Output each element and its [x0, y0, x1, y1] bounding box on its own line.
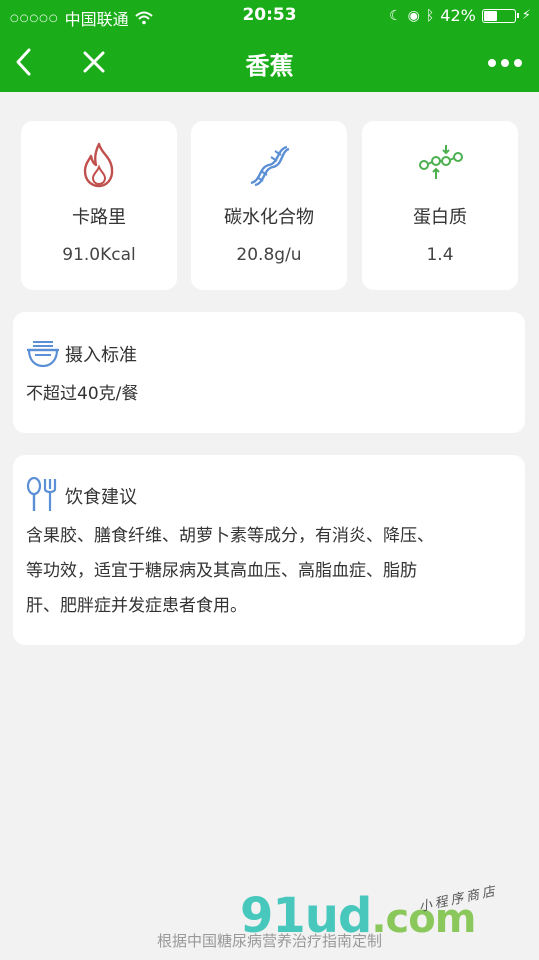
- charging-icon: ⚡: [521, 8, 531, 23]
- nav-bar: 香蕉: [0, 32, 539, 92]
- more-icon[interactable]: [487, 58, 523, 68]
- advice-line: 等功效，适宜于糖尿病及其高血压、高脂血症、脂肪: [26, 561, 417, 581]
- battery-icon: [481, 8, 519, 23]
- nutrient-value: 1.4: [426, 245, 454, 265]
- protein-card: 蛋白质 1.4: [362, 121, 518, 290]
- battery-percent: 42%: [440, 6, 476, 25]
- nutrient-value: 20.8g/u: [236, 245, 302, 265]
- advice-title: 饮食建议: [65, 487, 137, 508]
- carbohydrate-card: 碳水化合物 20.8g/u: [191, 121, 347, 290]
- nutrient-label: 卡路里: [72, 207, 126, 228]
- intake-title: 摄入标准: [65, 345, 137, 366]
- advice-line: 肝、肥胖症并发症患者食用。: [26, 596, 247, 616]
- intake-text: 不超过40克/餐: [26, 384, 139, 404]
- nutrient-label: 蛋白质: [413, 207, 467, 228]
- bowl-icon: [27, 341, 59, 368]
- advice-line: 含果胶、膳食纤维、胡萝卜素等成分，有消炎、降压、: [26, 526, 434, 546]
- dna-icon: [250, 145, 290, 187]
- nutrient-value: 91.0Kcal: [62, 245, 136, 265]
- status-right: ☾ ◉ ᛒ 42% ⚡: [389, 6, 531, 25]
- bluetooth-icon: ᛒ: [425, 7, 435, 24]
- advice-text: 含果胶、膳食纤维、胡萝卜素等成分，有消炎、降压、 等功效，适宜于糖尿病及其高血压…: [26, 519, 507, 624]
- rotation-lock-icon: ◉: [407, 7, 420, 24]
- status-bar: ○○○○○ 中国联通 20:53 ☾ ◉ ᛒ 42% ⚡: [0, 0, 539, 32]
- spoon-fork-icon: [26, 477, 57, 511]
- intake-card: 摄入标准 不超过40克/餐: [13, 312, 525, 433]
- moon-icon: ☾: [389, 7, 402, 24]
- advice-card: 饮食建议 含果胶、膳食纤维、胡萝卜素等成分，有消炎、降压、 等功效，适宜于糖尿病…: [13, 455, 525, 645]
- page-title: 香蕉: [245, 52, 294, 80]
- footer-note: 根据中国糖尿病营养治疗指南定制: [156, 932, 382, 950]
- calorie-card: 卡路里 91.0Kcal: [21, 121, 177, 290]
- flame-icon: [83, 142, 114, 188]
- molecule-icon: [419, 145, 463, 179]
- nutrient-label: 碳水化合物: [224, 207, 314, 228]
